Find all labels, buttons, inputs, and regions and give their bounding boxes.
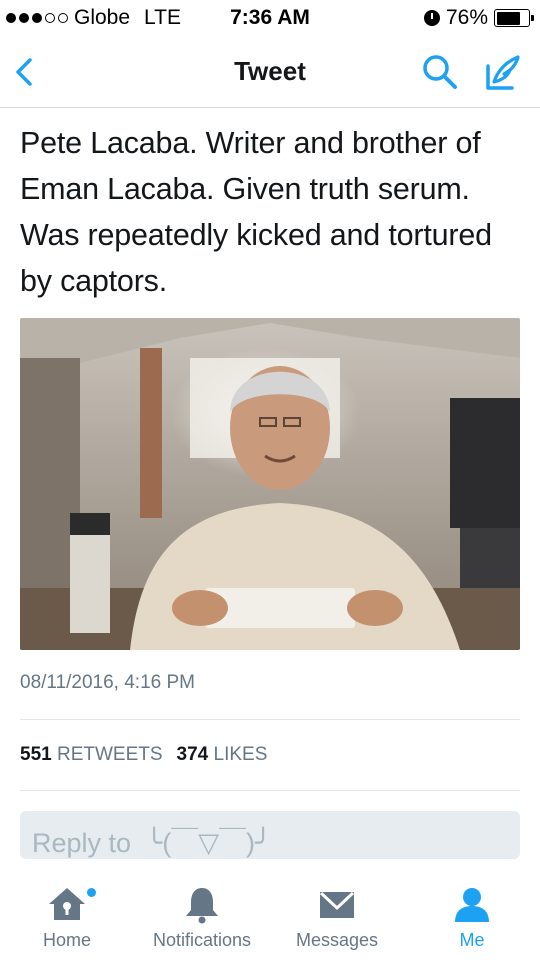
alarm-icon — [423, 10, 440, 26]
home-icon — [49, 888, 85, 920]
retweet-label: RETWEETS — [56, 744, 163, 765]
home-notification-dot — [87, 888, 96, 897]
tab-home[interactable]: Home — [2, 884, 132, 951]
tab-label: Notifications — [152, 930, 252, 950]
bell-icon — [186, 888, 218, 924]
tab-label: Me — [459, 930, 485, 950]
like-count: 374 — [176, 744, 209, 765]
person-icon — [455, 888, 489, 922]
nav-bar: Tweet — [0, 36, 540, 108]
reply-placeholder: Reply to ╰(￣▽￣)╯ — [32, 828, 272, 858]
like-label: LIKES — [213, 744, 268, 765]
tweet-text: Pete Lacaba. Writer and brother of Eman … — [20, 126, 492, 298]
tweet-photo[interactable] — [20, 318, 520, 650]
search-icon[interactable] — [420, 52, 460, 92]
likes-stat[interactable]: 374 LIKES — [177, 744, 268, 766]
tab-label: Messages — [295, 930, 379, 950]
envelope-icon — [319, 891, 355, 918]
tab-bar: Home Notifications Messages Me — [0, 870, 540, 960]
retweets-stat[interactable]: 551 RETWEETS — [20, 744, 163, 766]
retweet-count: 551 — [20, 744, 52, 765]
status-right: 76% — [423, 6, 534, 30]
tab-notifications[interactable]: Notifications — [137, 884, 267, 951]
compose-icon[interactable] — [482, 52, 524, 92]
tab-label: Home — [42, 930, 91, 950]
divider — [20, 719, 520, 720]
battery-percent: 76% — [445, 6, 488, 29]
divider — [20, 790, 520, 791]
photo-illustration — [20, 318, 520, 650]
battery-icon — [494, 9, 534, 27]
tweet-stats: 551 RETWEETS 374 LIKES — [20, 744, 267, 766]
tab-messages[interactable]: Messages — [272, 884, 402, 951]
tab-me[interactable]: Me — [407, 884, 537, 951]
tweet-timestamp: 08/11/2016, 4:16 PM — [20, 672, 195, 693]
status-bar: Globe LTE 7:36 AM 76% — [0, 0, 540, 36]
reply-input[interactable]: Reply to ╰(￣▽￣)╯ — [20, 811, 520, 859]
